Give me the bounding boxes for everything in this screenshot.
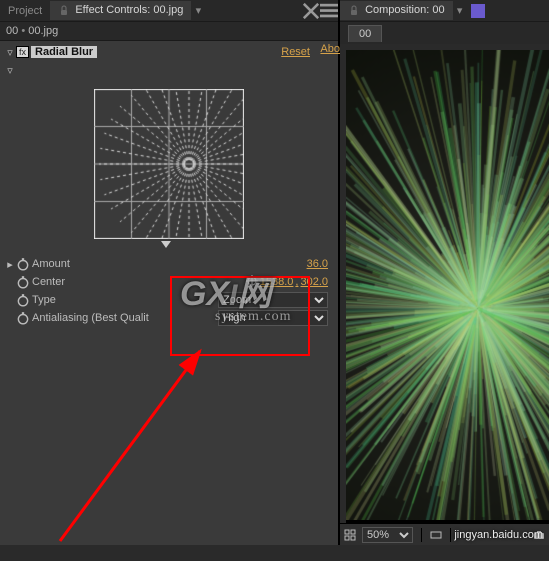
composition-tabstrip: Composition: 00 ▾ xyxy=(340,0,549,22)
fx-badge-icon[interactable]: fx xyxy=(16,46,29,58)
prop-antialiasing: Antialiasing (Best Qualit LowHigh xyxy=(4,309,334,327)
prop-type: Type SpinZoom xyxy=(4,291,334,309)
amount-value[interactable]: 36.0 xyxy=(307,258,328,270)
tab-effect-controls[interactable]: Effect Controls: 00.jpg xyxy=(50,1,191,19)
center-y[interactable]: 302.0 xyxy=(300,276,328,288)
close-icon[interactable] xyxy=(302,2,320,20)
prop-amount: ▸ Amount 36.0 xyxy=(4,255,334,273)
resolution-icon[interactable] xyxy=(430,529,442,541)
credit-text: jingyan.baidu.com xyxy=(454,529,543,541)
crosshair-icon[interactable] xyxy=(246,275,258,290)
stopwatch-icon[interactable] xyxy=(16,311,30,325)
tab-project[interactable]: Project xyxy=(0,2,50,20)
amount-twisty[interactable]: ▸ xyxy=(4,258,16,271)
prop-center: Center 1538.0, 302.0 xyxy=(4,273,334,291)
tab-effect-prefix: Effect Controls: xyxy=(75,4,150,16)
stopwatch-icon[interactable] xyxy=(16,257,30,271)
grid-icon[interactable] xyxy=(344,529,356,541)
slider-handle-icon[interactable] xyxy=(161,241,171,248)
comp-tab[interactable]: 00 xyxy=(348,25,382,42)
stopwatch-icon[interactable] xyxy=(16,293,30,307)
type-label: Type xyxy=(30,294,218,306)
zoom-select[interactable]: 25%50%100%200% xyxy=(362,527,413,543)
aa-select[interactable]: LowHigh xyxy=(218,310,328,326)
effect-twisty[interactable]: ▿ xyxy=(4,46,16,59)
preview-twisty[interactable]: ▿ xyxy=(4,64,16,77)
effect-name: Radial Blur xyxy=(31,46,97,58)
stopwatch-icon[interactable] xyxy=(16,275,30,289)
effect-body: ▿ fx Radial Blur Reset Abo ▿ ▸ Amount 36… xyxy=(0,41,338,545)
tab-overflow-chevron[interactable]: ▾ xyxy=(191,4,205,17)
tab-composition[interactable]: Composition: 00 xyxy=(340,1,453,19)
lock-icon xyxy=(348,5,360,17)
aa-label: Antialiasing (Best Qualit xyxy=(30,312,218,324)
comp-inner-tabbar: 00 xyxy=(340,22,549,44)
footage-swatch-icon[interactable] xyxy=(471,4,485,18)
layer-path: 00 • 00.jpg xyxy=(0,22,338,41)
effect-header[interactable]: ▿ fx Radial Blur Reset Abo xyxy=(4,43,334,61)
panel-menu-icon[interactable] xyxy=(320,2,338,20)
center-label: Center xyxy=(30,276,246,288)
lock-icon xyxy=(58,5,70,17)
about-link[interactable]: Abo xyxy=(320,43,340,55)
composition-viewer[interactable] xyxy=(346,50,549,523)
tab-overflow-chevron[interactable]: ▾ xyxy=(453,4,467,17)
preview-slider[interactable] xyxy=(94,241,244,249)
center-x[interactable]: 1538.0 xyxy=(260,276,294,288)
effect-controls-tabstrip: Project Effect Controls: 00.jpg ▾ xyxy=(0,0,338,22)
annotation-arrow xyxy=(30,341,230,561)
tab-effect-file: 00.jpg xyxy=(153,4,183,16)
type-select[interactable]: SpinZoom xyxy=(218,292,328,308)
amount-label: Amount xyxy=(30,258,307,270)
radial-blur-preview[interactable] xyxy=(94,89,244,249)
